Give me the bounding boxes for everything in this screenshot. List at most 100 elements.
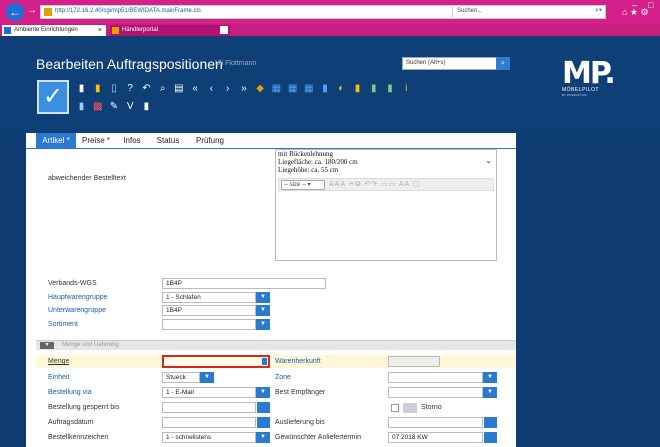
zone-label[interactable]: Zone — [275, 374, 291, 381]
browser-titlebar: ← → http://172.16.2.40/cgi/mp51/BEWIDATA… — [0, 0, 660, 24]
tab-preise[interactable]: Preise * — [76, 133, 116, 149]
editor-text[interactable]: mit Rückenlehnung Liegefläche: ca. 180/2… — [276, 150, 486, 175]
grid-edit-icon[interactable]: ▦ — [303, 82, 314, 96]
section-header[interactable]: ▼ Menge und Lieferung — [36, 340, 516, 350]
trash-icon[interactable]: ▯ — [108, 82, 119, 96]
import-icon[interactable]: ▮ — [384, 82, 395, 96]
grid-icon[interactable]: ▦ — [271, 82, 282, 96]
undo-icon[interactable]: ↶ — [141, 82, 152, 96]
moebelpilot-logo: MP. MÖBELPILOT BY INTERACTIVE — [562, 56, 620, 114]
einheit-label[interactable]: Einheit — [48, 374, 69, 381]
browser-search-input[interactable]: Suchen... ⌕▾ — [452, 5, 606, 19]
browser-tab-haendler[interactable]: Händlerportal — [110, 25, 230, 36]
tab-artikel[interactable]: Artikel * — [36, 133, 76, 149]
book-icon[interactable]: ▮ — [352, 82, 363, 96]
folder-icon[interactable]: ▮ — [92, 82, 103, 96]
app-search-placeholder: Suchen (Alt+s) — [406, 60, 446, 66]
storno-checkbox[interactable] — [391, 404, 399, 412]
new-tab-icon[interactable] — [220, 26, 228, 34]
browser-search-placeholder: Suchen... — [457, 8, 483, 14]
logo-subtitle-2: BY INTERACTIVE — [562, 93, 587, 97]
address-url: http://172.16.2.40/cgi/mp51/BEWIDATA.mai… — [55, 8, 201, 14]
grid-add-icon[interactable]: ▦ — [287, 82, 298, 96]
last-record-icon[interactable]: » — [238, 82, 249, 96]
page-icon — [44, 8, 52, 16]
verbands-wgs-field[interactable]: 1B4P — [162, 278, 326, 289]
ie-icon — [4, 27, 11, 34]
auftragsdatum-field[interactable] — [162, 417, 256, 428]
unterwarengruppe-label[interactable]: Unterwarengruppe — [48, 307, 106, 314]
chevron-down-icon[interactable]: ▼ — [483, 372, 497, 383]
tab-infos[interactable]: Infos — [116, 133, 148, 149]
tab-pruefung[interactable]: Prüfung — [188, 133, 232, 149]
zone-field[interactable] — [388, 372, 483, 383]
bestelltext-editor[interactable]: mit Rückenlehnung Liegefläche: ca. 180/2… — [275, 149, 497, 261]
sortiment-field[interactable] — [162, 319, 256, 330]
maximize-icon[interactable]: □ — [648, 0, 653, 10]
new-document-icon[interactable]: ▮ — [76, 82, 87, 96]
check-v-icon[interactable]: V — [125, 100, 136, 114]
font-size-select[interactable]: -- size -- ▾ — [281, 180, 325, 190]
forward-arrow-icon[interactable]: → — [27, 5, 37, 16]
chevron-down-icon[interactable]: ▼ — [200, 372, 214, 383]
previous-record-icon[interactable]: ‹ — [206, 82, 217, 96]
info-icon[interactable]: i — [401, 82, 412, 96]
page-icon[interactable]: ▮ — [141, 100, 152, 114]
page-icon — [112, 27, 119, 34]
calendar-icon[interactable] — [257, 417, 270, 428]
tab-status[interactable]: Status — [148, 133, 188, 149]
help-icon[interactable]: ? — [125, 82, 136, 96]
bestellung-via-label[interactable]: Bestellung via — [48, 389, 92, 396]
close-icon[interactable]: × — [98, 25, 102, 36]
save-check-button[interactable]: ✓ — [37, 80, 69, 114]
language-flag-icon[interactable]: ▩ — [92, 100, 103, 114]
best-empfaenger-label: Best Empfänger — [275, 389, 326, 396]
browser-tabbar: Ambiente Einrichtungen × Händlerportal — [0, 24, 660, 36]
calendar-icon[interactable] — [484, 432, 497, 443]
hauptwarengruppe-field[interactable]: 1 - Schlafen — [162, 292, 256, 303]
search-icon[interactable]: ⌕ — [496, 57, 510, 70]
chevron-down-icon[interactable]: ▼ — [483, 387, 497, 398]
address-bar[interactable]: http://172.16.2.40/cgi/mp51/BEWIDATA.mai… — [40, 5, 472, 19]
pen-icon[interactable]: ✎ — [108, 100, 119, 114]
bestellkennzeichen-label: Bestellkennzeichen — [48, 434, 109, 441]
bestellkennzeichen-field[interactable]: 1 - schnellstens — [162, 432, 256, 443]
formatting-icons[interactable]: AAA ✂⧉ ↶↷ ▭▭ AA ▢ — [329, 180, 420, 189]
collapse-arrow-icon[interactable]: ▼ — [40, 342, 54, 349]
app-search-input[interactable]: Suchen (Alt+s) ⌕ — [402, 57, 510, 70]
unterwarengruppe-field[interactable]: 1B4P — [162, 305, 256, 316]
calendar-icon[interactable] — [257, 402, 270, 413]
calendar-icon[interactable] — [484, 417, 497, 428]
export-icon[interactable]: ▮ — [368, 82, 379, 96]
search-icon[interactable]: ⌕▾ — [595, 7, 602, 15]
sortiment-label[interactable]: Sortiment — [48, 321, 78, 328]
document-icon[interactable]: ▮ — [320, 82, 331, 96]
browser-tab-ambiente[interactable]: Ambiente Einrichtungen × — [2, 25, 106, 36]
warenherkunft-label[interactable]: Warenherkunft — [275, 358, 321, 365]
best-empfaenger-field[interactable] — [388, 387, 483, 398]
chevron-down-icon[interactable]: ▼ — [256, 319, 270, 330]
edit-document-icon[interactable]: ▮ — [76, 100, 87, 114]
anliefertermin-field[interactable]: 07.2018 KW — [388, 432, 483, 443]
chevron-down-icon[interactable]: ▼ — [256, 432, 270, 443]
next-record-icon[interactable]: › — [222, 82, 233, 96]
chevron-down-icon[interactable]: ▼ — [256, 387, 270, 398]
print-icon[interactable]: ▤ — [173, 82, 184, 96]
chevron-down-icon[interactable]: ⌄ — [485, 156, 492, 165]
stepper-icon[interactable] — [262, 358, 267, 365]
copy-icon[interactable]: ◆ — [255, 82, 266, 96]
chevron-down-icon[interactable]: ▼ — [256, 292, 270, 303]
hauptwarengruppe-label[interactable]: Hauptwarengruppe — [48, 294, 108, 301]
bestellung-gesperrt-field[interactable] — [162, 402, 256, 413]
chevron-down-icon[interactable]: ▼ — [256, 305, 270, 316]
back-arrow-icon[interactable]: ← — [6, 3, 24, 21]
menge-input[interactable] — [162, 355, 270, 368]
search-icon[interactable]: ⌕ — [157, 82, 168, 96]
first-record-icon[interactable]: « — [190, 82, 201, 96]
bestellung-via-field[interactable]: 1 - E-Mail — [162, 387, 256, 398]
auslieferung-bis-field[interactable] — [388, 417, 483, 428]
einheit-field[interactable]: Stueck — [162, 372, 200, 383]
users-icon[interactable]: ◐ — [336, 82, 347, 96]
browser-toolbar-icons[interactable]: ⌂ ★ ⚙ — [622, 7, 649, 18]
warenherkunft-field[interactable] — [388, 356, 440, 367]
